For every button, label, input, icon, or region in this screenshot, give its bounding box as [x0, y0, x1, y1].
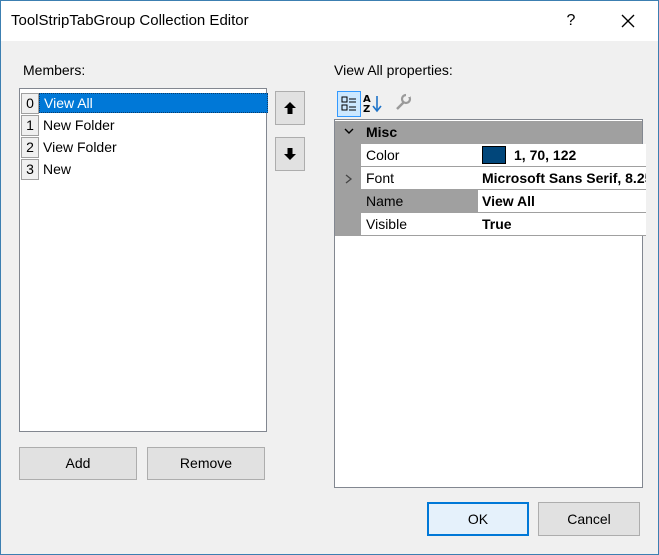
property-row-color[interactable]: Color 1, 70, 122	[335, 144, 646, 167]
property-grid-toolbar: A Z	[335, 91, 641, 117]
item-label: New	[43, 161, 72, 177]
property-name: Name	[361, 190, 483, 213]
property-name: Visible	[361, 213, 483, 236]
property-pages-button[interactable]	[392, 91, 414, 115]
window-title: ToolStripTabGroup Collection Editor	[11, 12, 249, 29]
close-button[interactable]	[613, 7, 643, 35]
property-row-visible[interactable]: Visible True	[335, 213, 646, 236]
row-gutter	[335, 144, 361, 167]
item-label: New Folder	[43, 117, 115, 133]
add-button[interactable]: Add	[19, 447, 137, 480]
category-label: Misc	[366, 124, 398, 140]
members-label: Members:	[23, 62, 86, 78]
alphabetical-button[interactable]: A Z	[362, 91, 384, 115]
help-button[interactable]: ?	[559, 9, 583, 33]
chevron-down-icon[interactable]	[343, 127, 355, 137]
sort-alphabetical-icon: A Z	[363, 94, 382, 115]
item-index: 2	[21, 137, 39, 158]
properties-label: View All properties:	[334, 62, 453, 78]
color-swatch	[482, 145, 506, 164]
property-value[interactable]: True	[478, 213, 646, 236]
item-label: View Folder	[43, 139, 117, 155]
chevron-right-icon[interactable]	[343, 173, 355, 185]
property-value[interactable]: 1, 70, 122	[478, 144, 646, 167]
move-up-button[interactable]	[275, 91, 305, 125]
list-item[interactable]: 2 View Folder	[20, 136, 266, 158]
wrench-icon	[396, 93, 412, 110]
cancel-button[interactable]: Cancel	[538, 502, 640, 536]
row-gutter	[335, 190, 361, 213]
ok-button[interactable]: OK	[427, 502, 529, 536]
item-index: 1	[21, 115, 39, 136]
row-gutter	[335, 213, 361, 236]
property-value[interactable]: View All	[478, 190, 646, 213]
arrow-up-icon	[284, 102, 296, 114]
close-icon	[621, 14, 635, 28]
svg-text:Z: Z	[363, 104, 370, 115]
remove-button[interactable]: Remove	[147, 447, 265, 480]
collection-editor-dialog: ToolStripTabGroup Collection Editor ? Me…	[0, 0, 659, 555]
categorized-button[interactable]	[337, 91, 361, 117]
move-down-button[interactable]	[275, 137, 305, 171]
property-name: Color	[361, 144, 483, 167]
item-index: 0	[21, 93, 39, 114]
list-item[interactable]: 3 New	[20, 158, 266, 180]
row-gutter	[335, 167, 361, 190]
property-row-name[interactable]: Name View All	[335, 190, 646, 213]
property-row-font[interactable]: Font Microsoft Sans Serif, 8.25pt	[335, 167, 646, 190]
property-value[interactable]: Microsoft Sans Serif, 8.25pt	[478, 167, 646, 190]
arrow-down-icon	[284, 148, 296, 160]
title-bar: ToolStripTabGroup Collection Editor ?	[1, 1, 658, 41]
property-name: Font	[361, 167, 483, 190]
list-item[interactable]: 0 View All	[20, 92, 268, 114]
color-value: 1, 70, 122	[514, 147, 577, 163]
list-item[interactable]: 1 New Folder	[20, 114, 266, 136]
property-grid[interactable]: Misc Color 1, 70, 122 Font Microsoft San…	[334, 119, 646, 488]
item-label: View All	[39, 93, 268, 113]
category-row-misc[interactable]: Misc	[335, 121, 642, 144]
categorized-icon	[341, 96, 356, 111]
item-index: 3	[21, 159, 39, 180]
members-list[interactable]: 0 View All 1 New Folder 2 View Folder 3 …	[19, 88, 268, 432]
